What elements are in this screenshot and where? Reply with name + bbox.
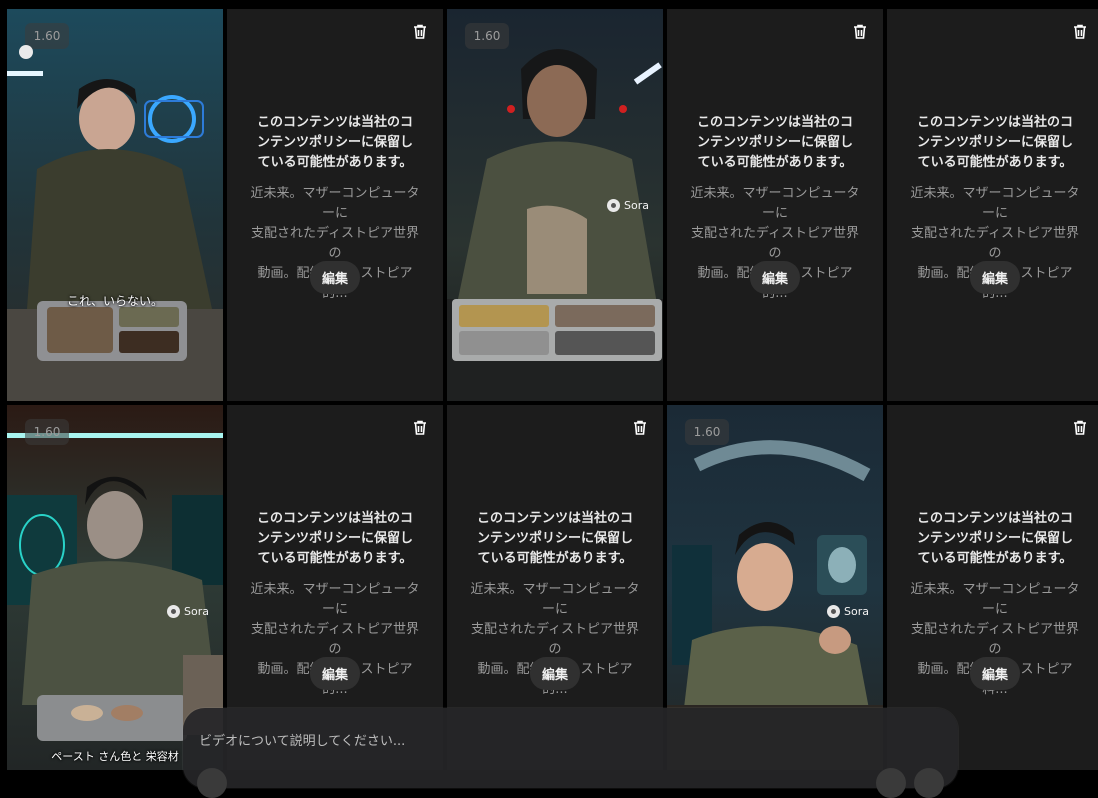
policy-warning-title: このコンテンツは当社のコ ンテンツポリシーに保留し ている可能性があります。 — [256, 511, 413, 566]
composer-add-button[interactable] — [197, 768, 227, 798]
video-thumbnail-3[interactable]: 1.60 Sora — [447, 9, 663, 401]
prompt-input[interactable]: ビデオについて説明してください... — [199, 730, 405, 749]
policy-warning-title: このコンテンツは当社のコ ンテンツポリシーに保留し ている可能性があります。 — [256, 115, 413, 170]
edit-button[interactable]: 編集 — [309, 261, 361, 294]
policy-card-4: このコンテンツは当社のコ ンテンツポリシーに保留し ている可能性があります。 近未来… — [667, 9, 883, 401]
trash-icon[interactable] — [1071, 419, 1089, 437]
trash-icon[interactable] — [851, 23, 869, 41]
policy-card-5: このコンテンツは当社のコ ンテンツポリシーに保留し ている可能性があります。 近未来… — [887, 9, 1098, 401]
sora-logo-icon — [607, 199, 620, 212]
policy-card-2: このコンテンツは当社のコ ンテンツポリシーに保留し ている可能性があります。 近未来… — [227, 9, 443, 401]
sora-watermark: Sora — [607, 199, 649, 212]
video-subtitle: これ、いらない。 — [66, 294, 164, 308]
edit-button[interactable]: 編集 — [969, 657, 1021, 690]
thumbnail-image — [7, 9, 223, 401]
trash-icon[interactable] — [411, 419, 429, 437]
version-badge: 1.60 — [465, 23, 509, 49]
edit-button[interactable]: 編集 — [309, 657, 361, 690]
policy-warning-title: このコンテンツは当社のコ ンテンツポリシーに保留し ている可能性があります。 — [916, 511, 1073, 566]
edit-button[interactable]: 編集 — [529, 657, 581, 690]
version-badge: 1.60 — [685, 419, 729, 445]
sora-watermark: Sora — [167, 605, 209, 618]
sora-logo-icon — [19, 45, 33, 59]
sora-logo-icon — [827, 605, 840, 618]
sora-watermark: Sora — [827, 605, 869, 618]
policy-warning-title: このコンテンツは当社のコ ンテンツポリシーに保留し ている可能性があります。 — [476, 511, 633, 566]
composer-submit-button[interactable] — [914, 768, 944, 798]
composer-settings-button[interactable] — [876, 768, 906, 798]
policy-warning-title: このコンテンツは当社のコ ンテンツポリシーに保留し ている可能性があります。 — [696, 115, 853, 170]
prompt-composer[interactable]: ビデオについて説明してください... — [183, 708, 958, 798]
version-badge: 1.60 — [25, 419, 69, 445]
version-badge: 1.60 — [25, 23, 69, 49]
trash-icon[interactable] — [631, 419, 649, 437]
edit-button[interactable]: 編集 — [969, 261, 1021, 294]
policy-warning-title: このコンテンツは当社のコ ンテンツポリシーに保留し ている可能性があります。 — [916, 115, 1073, 170]
trash-icon[interactable] — [411, 23, 429, 41]
edit-button[interactable]: 編集 — [749, 261, 801, 294]
sora-logo-icon — [167, 605, 180, 618]
trash-icon[interactable] — [1071, 23, 1089, 41]
video-thumbnail-1[interactable]: 1.60 これ、いらない。 — [7, 9, 223, 401]
